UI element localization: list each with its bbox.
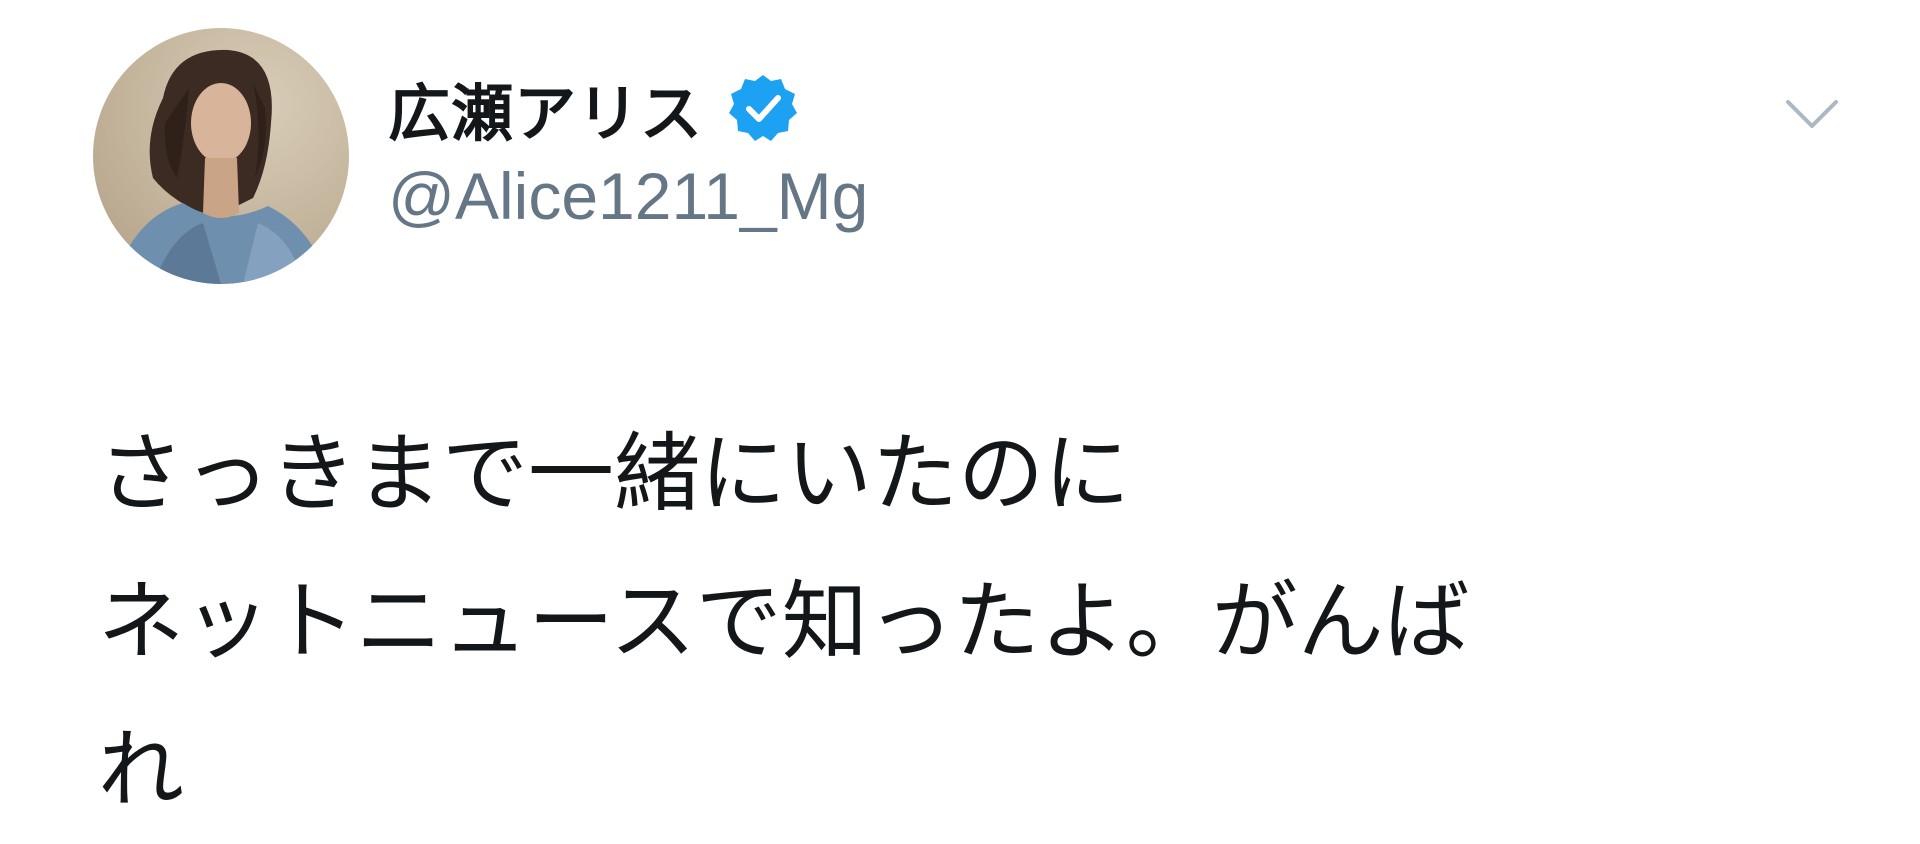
- tweet-text-line: ネットニュースで知ったよ。がんば: [98, 572, 1470, 672]
- tweet-text-line: さっきまで一緒にいたのに: [98, 424, 1130, 524]
- author-handle[interactable]: @Alice1211_Mg: [388, 158, 868, 234]
- tweet-card: 広瀬アリス @Alice1211_Mg さっきまで一緒にいたのに ネットニュース…: [0, 0, 1920, 844]
- verified-badge-icon: [727, 72, 799, 144]
- author-display-name[interactable]: 広瀬アリス: [388, 63, 703, 153]
- tweet-text: さっきまで一緒にいたのに ネットニュースで知ったよ。がんば れ: [98, 400, 1838, 844]
- avatar[interactable]: [93, 28, 349, 284]
- chevron-down-icon[interactable]: [1782, 94, 1842, 134]
- author-name-row: 広瀬アリス: [388, 62, 799, 154]
- avatar-photo: [93, 28, 349, 284]
- tweet-text-line: れ: [98, 720, 184, 820]
